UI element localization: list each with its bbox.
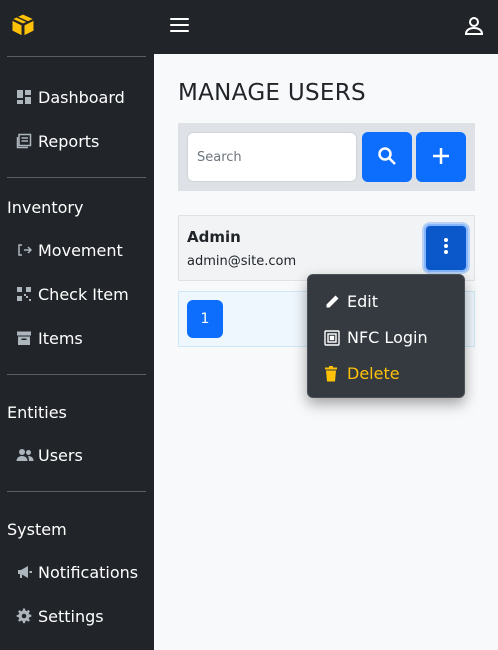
sidebar-item-items[interactable]: Items <box>16 325 83 351</box>
user-actions-dropdown: Edit NFC Login Delete <box>307 274 465 398</box>
sidebar-item-label: Users <box>38 445 83 465</box>
search-icon <box>377 146 397 169</box>
sidebar-item-check-item[interactable]: Check Item <box>16 281 129 307</box>
sidebar-item-label: Notifications <box>38 562 139 582</box>
sidebar-item-notifications[interactable]: Notifications <box>16 559 138 585</box>
sidebar-item-label: Check Item <box>38 284 129 304</box>
sidebar: Dashboard Reports Inventory Movement Che… <box>0 0 154 650</box>
sidebar-item-label: Settings <box>38 606 104 626</box>
sidebar-item-label: Items <box>38 328 83 348</box>
dropdown-item-label: Delete <box>347 364 400 383</box>
page-title: MANAGE USERS <box>178 80 366 106</box>
hamburger-menu-icon[interactable] <box>170 18 189 34</box>
user-email: admin@site.com <box>187 254 297 269</box>
user-actions-button[interactable] <box>424 224 468 272</box>
sidebar-divider <box>7 374 146 375</box>
sidebar-section-inventory: Inventory <box>7 198 84 217</box>
dropdown-item-label: NFC Login <box>347 328 428 347</box>
sidebar-divider <box>7 177 146 178</box>
dashboard-icon <box>16 89 38 105</box>
search-button[interactable] <box>362 132 412 182</box>
top-navbar <box>154 0 498 54</box>
sidebar-section-system: System <box>7 520 67 539</box>
sidebar-item-users[interactable]: Users <box>16 442 83 468</box>
kebab-menu-icon <box>443 237 449 259</box>
sidebar-divider <box>7 491 146 492</box>
dropdown-item-edit[interactable]: Edit <box>324 292 378 311</box>
megaphone-icon <box>16 564 38 580</box>
plus-icon <box>432 147 450 168</box>
user-name: Admin <box>187 228 241 246</box>
items-box-icon <box>16 330 38 346</box>
user-account-icon[interactable] <box>464 16 484 36</box>
trash-icon <box>324 365 347 382</box>
dropdown-item-nfc-login[interactable]: NFC Login <box>324 328 428 347</box>
users-icon <box>16 447 38 463</box>
sidebar-item-dashboard[interactable]: Dashboard <box>16 84 125 110</box>
movement-icon <box>16 242 38 258</box>
sidebar-item-reports[interactable]: Reports <box>16 128 99 154</box>
sidebar-section-entities: Entities <box>7 403 67 422</box>
check-item-icon <box>16 286 38 302</box>
sidebar-item-settings[interactable]: Settings <box>16 603 104 629</box>
pencil-icon <box>324 294 347 310</box>
dropdown-item-label: Edit <box>347 292 378 311</box>
sidebar-item-label: Movement <box>38 240 123 260</box>
user-list-item: Admin admin@site.com <box>178 215 475 281</box>
logo-box-icon[interactable] <box>10 12 36 38</box>
dropdown-item-delete[interactable]: Delete <box>324 364 400 383</box>
gear-icon <box>16 608 38 624</box>
nfc-icon <box>324 329 347 346</box>
reports-icon <box>16 133 38 149</box>
sidebar-divider <box>7 56 146 57</box>
sidebar-item-label: Reports <box>38 131 100 151</box>
sidebar-item-movement[interactable]: Movement <box>16 237 123 263</box>
search-toolbar <box>178 123 475 191</box>
add-user-button[interactable] <box>416 132 466 182</box>
search-input[interactable] <box>187 132 357 182</box>
sidebar-item-label: Dashboard <box>38 87 125 107</box>
page-button-current[interactable]: 1 <box>187 300 223 338</box>
